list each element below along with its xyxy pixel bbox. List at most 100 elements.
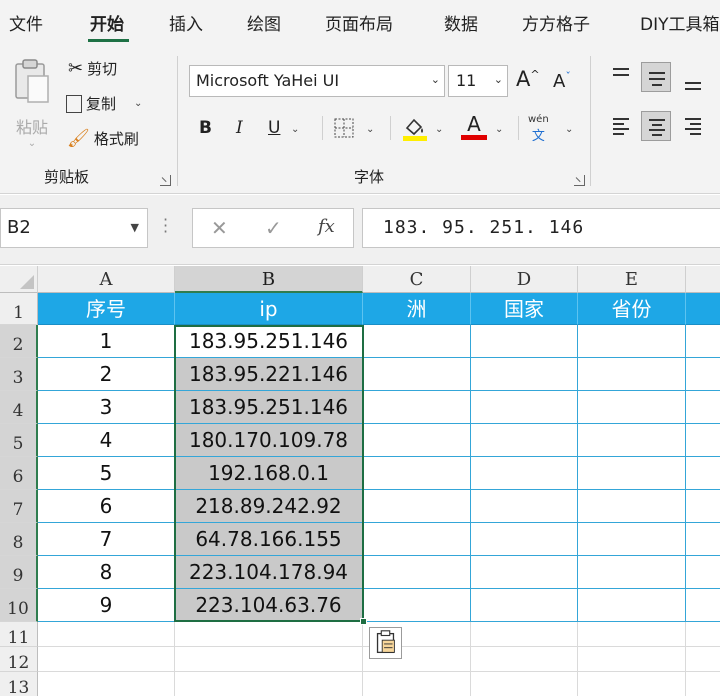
- grow-font-button[interactable]: A^: [516, 67, 540, 91]
- table-cell-ip[interactable]: 183.95.251.146: [175, 325, 363, 358]
- fill-color-icon[interactable]: [401, 114, 429, 142]
- table-cell-empty[interactable]: [686, 391, 720, 424]
- empty-cell[interactable]: [38, 647, 175, 672]
- table-cell-empty[interactable]: [363, 523, 471, 556]
- tab-home[interactable]: 开始: [90, 10, 124, 35]
- row-header-8[interactable]: 8: [0, 523, 38, 556]
- empty-cell[interactable]: [471, 647, 578, 672]
- tab-draw[interactable]: 绘图: [247, 10, 281, 35]
- font-color-button[interactable]: A: [461, 112, 487, 140]
- table-cell-ip[interactable]: 64.78.166.155: [175, 523, 363, 556]
- table-cell-empty[interactable]: [471, 325, 578, 358]
- table-cell-index[interactable]: 3: [38, 391, 175, 424]
- row-header-4[interactable]: 4: [0, 391, 38, 424]
- empty-cell[interactable]: [175, 672, 363, 696]
- table-cell-ip[interactable]: 223.104.178.94: [175, 556, 363, 589]
- row-header-5[interactable]: 5: [0, 424, 38, 457]
- header-cell[interactable]: 省份: [578, 293, 686, 325]
- bold-button[interactable]: B: [199, 118, 212, 138]
- table-cell-empty[interactable]: [578, 358, 686, 391]
- empty-cell[interactable]: [38, 622, 175, 647]
- align-middle-button[interactable]: [641, 62, 671, 92]
- table-cell-index[interactable]: 7: [38, 523, 175, 556]
- column-header-c[interactable]: C: [363, 266, 471, 293]
- row-header-10[interactable]: 10: [0, 589, 38, 622]
- table-cell-ip[interactable]: 183.95.251.146: [175, 391, 363, 424]
- table-cell-empty[interactable]: [471, 589, 578, 622]
- table-cell-empty[interactable]: [578, 523, 686, 556]
- formula-input[interactable]: 183. 95. 251. 146: [362, 208, 720, 248]
- table-cell-empty[interactable]: [363, 589, 471, 622]
- font-name-select[interactable]: Microsoft YaHei UI ⌄: [189, 65, 445, 97]
- empty-cell[interactable]: [578, 622, 686, 647]
- spreadsheet-grid[interactable]: A B C D E 1 2 3 4 5 6 7 8 9 10 11 12 13 序号 ip 洲国家 省份 1 183.95.2…: [0, 266, 720, 696]
- table-cell-empty[interactable]: [686, 556, 720, 589]
- chevron-down-icon[interactable]: ▼: [131, 221, 139, 234]
- align-left-button[interactable]: [606, 111, 636, 141]
- table-cell-empty[interactable]: [363, 424, 471, 457]
- row-header-12[interactable]: 12: [0, 647, 38, 673]
- header-cell-partial[interactable]: [686, 293, 720, 325]
- align-right-button[interactable]: [678, 111, 708, 141]
- table-cell-ip[interactable]: 183.95.221.146: [175, 358, 363, 391]
- empty-cell[interactable]: [363, 672, 471, 696]
- header-cell[interactable]: ip: [175, 293, 363, 325]
- empty-cell[interactable]: [578, 672, 686, 696]
- row-header-11[interactable]: 11: [0, 622, 38, 648]
- table-cell-empty[interactable]: [578, 424, 686, 457]
- row-header-6[interactable]: 6: [0, 457, 38, 490]
- align-top-button[interactable]: [606, 62, 636, 92]
- table-cell-empty[interactable]: [686, 358, 720, 391]
- font-launcher-icon[interactable]: [574, 175, 585, 186]
- align-bottom-button[interactable]: [678, 70, 708, 100]
- borders-icon[interactable]: [333, 117, 355, 139]
- row-header-9[interactable]: 9: [0, 556, 38, 589]
- table-cell-ip[interactable]: 218.89.242.92: [175, 490, 363, 523]
- table-cell-empty[interactable]: [363, 490, 471, 523]
- shrink-font-button[interactable]: Aˇ: [553, 70, 571, 92]
- table-cell-index[interactable]: 9: [38, 589, 175, 622]
- table-cell-index[interactable]: 6: [38, 490, 175, 523]
- header-cell[interactable]: 序号: [38, 293, 175, 325]
- table-cell-empty[interactable]: [363, 391, 471, 424]
- table-cell-empty[interactable]: [578, 589, 686, 622]
- table-cell-empty[interactable]: [471, 490, 578, 523]
- table-cell-empty[interactable]: [686, 589, 720, 622]
- column-header-e[interactable]: E: [578, 266, 686, 293]
- tab-file[interactable]: 文件: [9, 10, 43, 35]
- table-cell-empty[interactable]: [471, 556, 578, 589]
- table-cell-empty[interactable]: [471, 523, 578, 556]
- table-cell-ip[interactable]: 192.168.0.1: [175, 457, 363, 490]
- table-cell-empty[interactable]: [471, 457, 578, 490]
- italic-button[interactable]: I: [236, 118, 243, 138]
- column-header-partial[interactable]: [686, 266, 720, 293]
- borders-dropdown-icon[interactable]: ⌄: [366, 124, 374, 135]
- table-cell-empty[interactable]: [686, 457, 720, 490]
- table-cell-empty[interactable]: [363, 358, 471, 391]
- header-cell[interactable]: 国家: [471, 293, 578, 325]
- name-box[interactable]: B2 ▼: [0, 208, 148, 248]
- table-cell-empty[interactable]: [363, 556, 471, 589]
- column-header-a[interactable]: A: [38, 266, 175, 293]
- header-cell[interactable]: 洲: [363, 293, 471, 325]
- empty-cell[interactable]: [578, 647, 686, 672]
- table-cell-empty[interactable]: [686, 325, 720, 358]
- table-cell-ip[interactable]: 180.170.109.78: [175, 424, 363, 457]
- empty-cell[interactable]: [471, 672, 578, 696]
- phonetic-dropdown-icon[interactable]: ⌄: [565, 124, 573, 135]
- font-size-select[interactable]: 11 ⌄: [448, 65, 508, 97]
- copy-button[interactable]: 复制 ⌄: [66, 93, 142, 114]
- table-cell-index[interactable]: 1: [38, 325, 175, 358]
- table-cell-ip[interactable]: 223.104.63.76: [175, 589, 363, 622]
- table-cell-index[interactable]: 8: [38, 556, 175, 589]
- table-cell-empty[interactable]: [578, 457, 686, 490]
- font-color-dropdown-icon[interactable]: ⌄: [495, 124, 503, 135]
- table-cell-empty[interactable]: [363, 457, 471, 490]
- empty-cell[interactable]: [175, 647, 363, 672]
- table-cell-empty[interactable]: [578, 490, 686, 523]
- table-cell-empty[interactable]: [686, 424, 720, 457]
- underline-button[interactable]: U: [268, 118, 280, 138]
- empty-cell[interactable]: [686, 647, 720, 672]
- copy-dropdown-icon[interactable]: ⌄: [134, 98, 142, 109]
- paste-button[interactable]: 粘贴 ⌄: [10, 58, 58, 154]
